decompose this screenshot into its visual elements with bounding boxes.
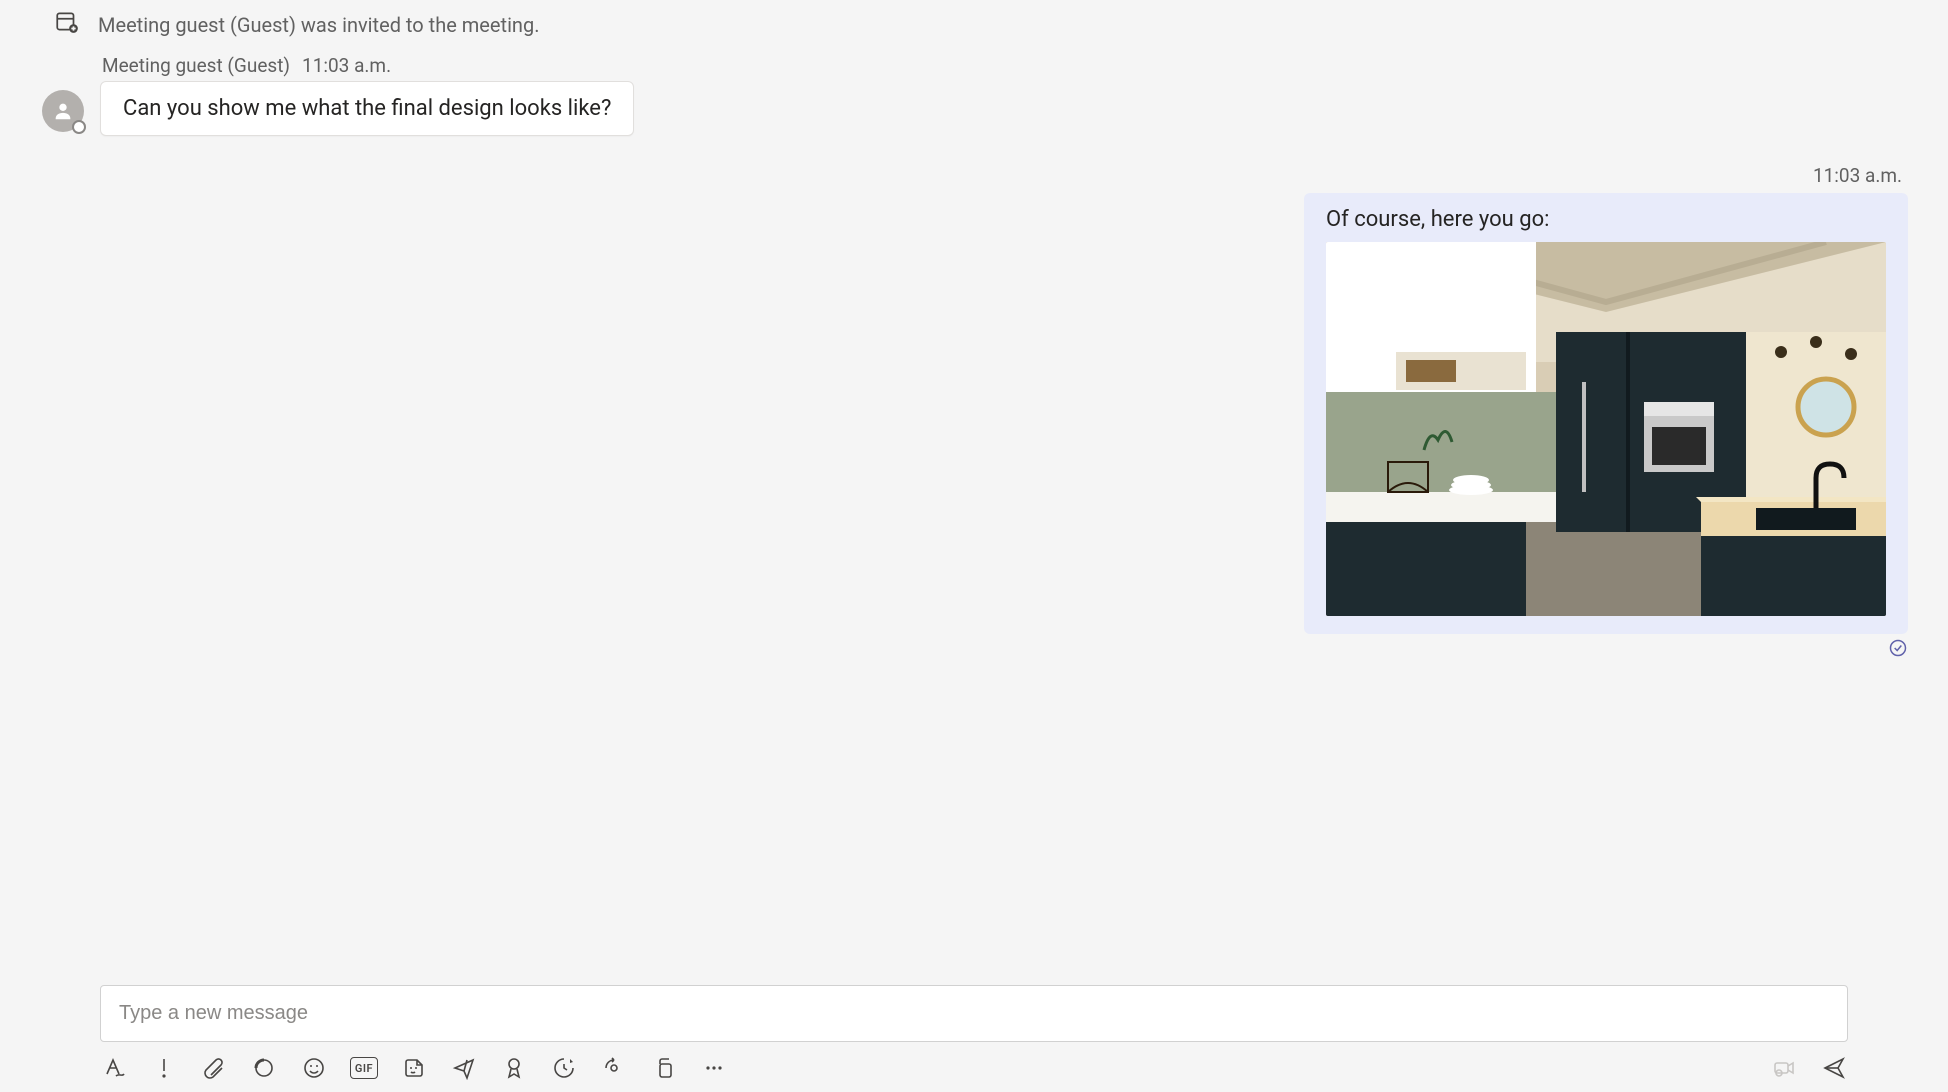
format-icon[interactable] [100, 1054, 128, 1082]
message-body: Can you show me what the final design lo… [123, 96, 611, 121]
message-time: 11:03 a.m. [1813, 164, 1902, 187]
emoji-icon[interactable] [300, 1054, 328, 1082]
incoming-bubble[interactable]: Can you show me what the final design lo… [100, 81, 634, 136]
priority-icon[interactable] [150, 1054, 178, 1082]
schedule-send-icon[interactable] [450, 1054, 478, 1082]
approvals-icon[interactable] [500, 1054, 528, 1082]
message-meta: Meeting guest (Guest) 11:03 a.m. [100, 54, 1908, 81]
gif-icon[interactable]: GIF [350, 1054, 378, 1082]
composer: GIF [40, 985, 1908, 1082]
avatar[interactable] [42, 90, 84, 132]
video-clip-icon[interactable] [1770, 1054, 1798, 1082]
loop-icon[interactable] [250, 1054, 278, 1082]
chat-scroll[interactable]: Meeting guest (Guest) was invited to the… [40, 0, 1908, 967]
sticker-icon[interactable] [400, 1054, 428, 1082]
system-event-text: Meeting guest (Guest) was invited to the… [98, 13, 539, 37]
more-icon[interactable] [700, 1054, 728, 1082]
read-receipt-icon [1888, 638, 1908, 663]
message-input[interactable] [100, 985, 1848, 1042]
updates-icon[interactable] [600, 1054, 628, 1082]
composer-toolbar: GIF [100, 1042, 1848, 1082]
message-body: Of course, here you go: [1326, 207, 1886, 232]
send-icon[interactable] [1820, 1054, 1848, 1082]
sender-name: Meeting guest (Guest) [102, 54, 290, 77]
system-event-row: Meeting guest (Guest) was invited to the… [40, 5, 1908, 54]
outgoing-message-group: 11:03 a.m. Of course, here you go: [40, 160, 1908, 663]
copy-icon[interactable] [650, 1054, 678, 1082]
presence-indicator [72, 120, 86, 134]
calendar-add-icon [54, 9, 80, 40]
outgoing-bubble[interactable]: Of course, here you go: [1304, 193, 1908, 634]
viva-goals-icon[interactable] [550, 1054, 578, 1082]
attach-icon[interactable] [200, 1054, 228, 1082]
message-time: 11:03 a.m. [302, 54, 391, 77]
incoming-message-group: Meeting guest (Guest) 11:03 a.m. Can you… [40, 54, 1908, 136]
attachment-image[interactable] [1326, 242, 1886, 616]
